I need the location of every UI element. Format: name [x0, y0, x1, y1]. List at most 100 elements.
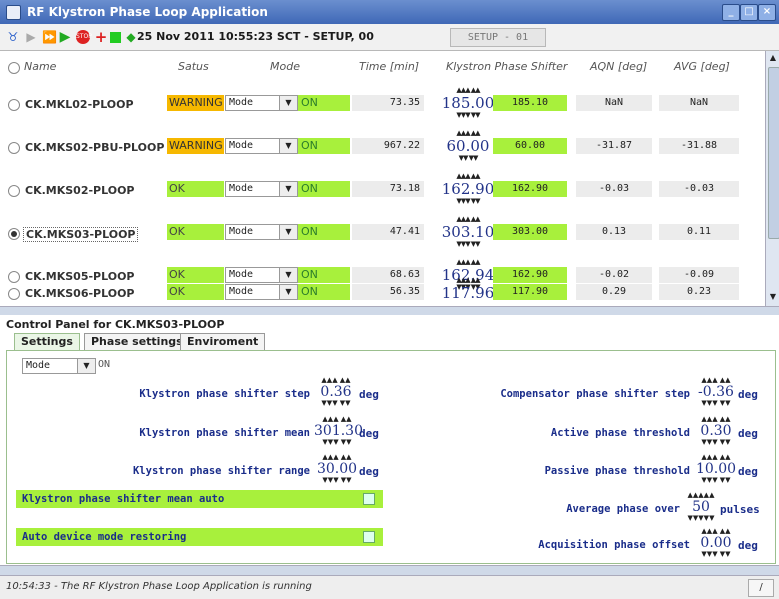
- row-radio[interactable]: [8, 99, 20, 111]
- increment-arrows-icon[interactable]: ▲▲▲ ▲▲: [695, 416, 737, 423]
- param-value[interactable]: 10.00: [693, 461, 739, 477]
- scroll-down-icon[interactable]: ▼: [767, 291, 779, 303]
- increment-arrows-icon[interactable]: ▲▲▲ ▲▲: [440, 259, 496, 266]
- fast-forward-icon[interactable]: ⏩: [42, 30, 57, 44]
- param-value[interactable]: 301.30: [314, 423, 363, 439]
- decrement-arrows-icon[interactable]: ▼▼▼ ▼▼: [314, 439, 360, 446]
- row-radio[interactable]: [8, 142, 20, 154]
- increment-arrows-icon[interactable]: ▲▲▲ ▲▲: [314, 416, 360, 423]
- splitter[interactable]: [0, 306, 779, 315]
- increment-arrows-icon[interactable]: ▲▲▲ ▲▲: [440, 173, 496, 180]
- kps-spinner[interactable]: ▲▲▲ ▲▲ 303.10 ▼▼▼ ▼▼: [440, 216, 496, 252]
- mode-select[interactable]: Mode: [225, 138, 280, 154]
- chevron-down-icon[interactable]: ▼: [279, 95, 298, 111]
- increment-arrows-icon[interactable]: ▲▲▲ ▲▲: [316, 377, 356, 384]
- decrement-arrows-icon[interactable]: ▼▼▼ ▼▼: [695, 439, 737, 446]
- minimize-button[interactable]: _: [722, 4, 740, 21]
- add-icon[interactable]: +: [94, 30, 108, 45]
- toggle-checkbox[interactable]: [363, 493, 375, 505]
- decrement-arrows-icon[interactable]: ▼▼▼ ▼▼: [695, 400, 737, 407]
- param-spinner[interactable]: ▲▲▲ ▲▲ 301.30 ▼▼▼ ▼▼: [314, 416, 363, 446]
- cp-mode-select[interactable]: Mode: [22, 358, 79, 374]
- increment-arrows-icon[interactable]: ▲▲▲ ▲▲: [695, 377, 737, 384]
- increment-arrows-icon[interactable]: ▲▲▲ ▲▲: [440, 216, 496, 223]
- kps-value[interactable]: 185.00: [440, 94, 496, 112]
- row-radio[interactable]: [8, 228, 20, 240]
- param-value[interactable]: 50: [684, 499, 718, 515]
- param-spinner[interactable]: ▲▲▲ ▲▲ 0.30 ▼▼▼ ▼▼: [695, 416, 737, 446]
- table-row[interactable]: CK.MKS06-PLOOP OK Mode ▼ ON 56.35 ▲▲▲ ▲▲…: [0, 277, 765, 306]
- kps-value[interactable]: 117.96: [440, 284, 496, 302]
- param-unit: deg: [738, 427, 758, 440]
- param-value[interactable]: 30.00: [314, 461, 360, 477]
- scroll-thumb[interactable]: [768, 67, 779, 239]
- step-forward-icon[interactable]: ▶: [24, 30, 38, 44]
- bottom-splitter[interactable]: [0, 565, 779, 575]
- increment-arrows-icon[interactable]: ▲▲▲ ▲▲: [440, 87, 496, 94]
- kps-value[interactable]: 162.90: [440, 180, 496, 198]
- tab-settings[interactable]: Settings: [14, 333, 80, 350]
- kps-spinner[interactable]: ▲▲▲ ▲▲ 60.00 ▼▼ ▼▼: [440, 130, 496, 166]
- statusbar-button[interactable]: /: [748, 579, 774, 597]
- decrement-arrows-icon[interactable]: ▼▼ ▼▼: [440, 155, 496, 162]
- param-unit: deg: [738, 465, 758, 478]
- param-spinner[interactable]: ▲▲▲ ▲▲ 0.00 ▼▼▼ ▼▼: [695, 528, 737, 558]
- scroll-up-icon[interactable]: ▲: [767, 52, 779, 64]
- setup-field[interactable]: SETUP - 01: [450, 28, 546, 47]
- decrement-arrows-icon[interactable]: ▼▼▼ ▼▼: [314, 477, 360, 484]
- increment-arrows-icon[interactable]: ▲▲▲ ▲▲: [440, 130, 496, 137]
- param-value[interactable]: 0.00: [695, 535, 737, 551]
- param-value[interactable]: 0.36: [316, 384, 356, 400]
- increment-arrows-icon[interactable]: ▲▲▲ ▲▲: [314, 454, 360, 461]
- increment-arrows-icon[interactable]: ▲▲▲ ▲▲: [693, 454, 739, 461]
- increment-arrows-icon[interactable]: ▲▲▲▲▲: [684, 492, 718, 499]
- close-button[interactable]: ×: [758, 4, 776, 21]
- toggle-checkbox[interactable]: [363, 531, 375, 543]
- chevron-down-icon[interactable]: ▼: [279, 138, 298, 154]
- increment-arrows-icon[interactable]: ▲▲▲ ▲▲: [695, 528, 737, 535]
- mode-select[interactable]: Mode: [225, 181, 280, 197]
- row-radio[interactable]: [8, 288, 20, 300]
- chevron-down-icon[interactable]: ▼: [279, 224, 298, 240]
- table-row[interactable]: CK.MKS02-PLOOP OK Mode ▼ ON 73.18 ▲▲▲ ▲▲…: [0, 171, 765, 213]
- param-value[interactable]: 0.30: [695, 423, 737, 439]
- kps-spinner[interactable]: ▲▲▲ ▲▲ 117.96: [440, 277, 496, 306]
- kps-value[interactable]: 60.00: [440, 137, 496, 155]
- decrement-arrows-icon[interactable]: ▼▼▼ ▼▼: [695, 551, 737, 558]
- tab-enviroment[interactable]: Enviroment: [180, 333, 266, 350]
- play-icon[interactable]: ▶: [58, 30, 72, 44]
- kps-value[interactable]: 303.10: [440, 223, 496, 241]
- kps-spinner[interactable]: ▲▲▲ ▲▲ 185.00 ▼▼▼ ▼▼: [440, 87, 496, 123]
- chevron-down-icon[interactable]: ▼: [279, 284, 298, 300]
- decrement-arrows-icon[interactable]: ▼▼▼ ▼▼: [316, 400, 356, 407]
- mode-select[interactable]: Mode: [225, 284, 280, 300]
- table-row-selected[interactable]: CK.MKS03-PLOOP OK Mode ▼ ON 47.41 ▲▲▲ ▲▲…: [0, 214, 765, 256]
- chevron-down-icon[interactable]: ▼: [279, 181, 298, 197]
- toggle-row[interactable]: Auto device mode restoring: [16, 528, 383, 546]
- row-radio[interactable]: [8, 185, 20, 197]
- increment-arrows-icon[interactable]: ▲▲▲ ▲▲: [440, 277, 496, 284]
- mode-select[interactable]: Mode: [225, 224, 280, 240]
- mode-select[interactable]: Mode: [225, 95, 280, 111]
- param-spinner[interactable]: ▲▲▲▲▲ 50 ▼▼▼▼▼: [684, 492, 718, 522]
- logo-icon[interactable]: ♉: [6, 30, 20, 44]
- table-scrollbar[interactable]: ▲ ▼: [765, 51, 779, 306]
- stop-icon[interactable]: STOP: [76, 30, 92, 44]
- toggle-row[interactable]: Klystron phase shifter mean auto: [16, 490, 383, 508]
- param-spinner[interactable]: ▲▲▲ ▲▲ 10.00 ▼▼▼ ▼▼: [693, 454, 739, 484]
- param-value[interactable]: -0.36: [695, 384, 737, 400]
- param-spinner[interactable]: ▲▲▲ ▲▲ 30.00 ▼▼▼ ▼▼: [314, 454, 360, 484]
- decrement-arrows-icon[interactable]: ▼▼▼ ▼▼: [440, 241, 496, 248]
- param-spinner[interactable]: ▲▲▲ ▲▲ 0.36 ▼▼▼ ▼▼: [316, 377, 356, 407]
- maximize-button[interactable]: □: [740, 4, 758, 21]
- kps-spinner[interactable]: ▲▲▲ ▲▲ 162.90 ▼▼▼ ▼▼: [440, 173, 496, 209]
- decrement-arrows-icon[interactable]: ▼▼▼▼▼: [684, 515, 718, 522]
- tab-phase-settings[interactable]: Phase settings: [84, 333, 190, 350]
- table-row[interactable]: CK.MKL02-PLOOP WARNING Mode ▼ ON 73.35 ▲…: [0, 85, 765, 127]
- param-spinner[interactable]: ▲▲▲ ▲▲ -0.36 ▼▼▼ ▼▼: [695, 377, 737, 407]
- table-row[interactable]: CK.MKS02-PBU-PLOOP WARNING Mode ▼ ON 967…: [0, 128, 765, 170]
- chevron-down-icon[interactable]: ▼: [77, 358, 96, 374]
- decrement-arrows-icon[interactable]: ▼▼▼ ▼▼: [440, 198, 496, 205]
- decrement-arrows-icon[interactable]: ▼▼▼ ▼▼: [440, 112, 496, 119]
- decrement-arrows-icon[interactable]: ▼▼▼ ▼▼: [693, 477, 739, 484]
